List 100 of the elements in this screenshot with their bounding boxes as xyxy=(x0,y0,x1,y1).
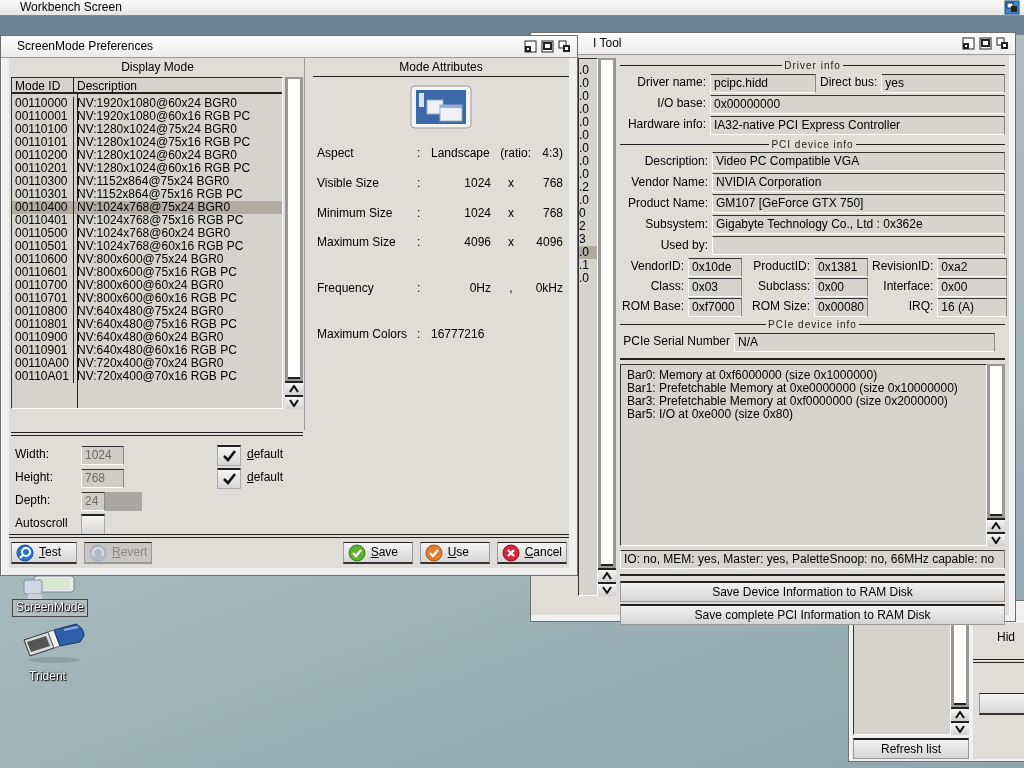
save-button[interactable]: Save complete PCI Information to RAM Disk xyxy=(620,603,1005,625)
scrollbar-thumb[interactable] xyxy=(990,365,1002,516)
scroll-down-button[interactable] xyxy=(951,721,969,735)
list-item[interactable]: 0 xyxy=(579,207,597,220)
save-button[interactable]: Save Device Information to RAM Disk xyxy=(620,580,1005,602)
column-header[interactable]: Description xyxy=(74,78,138,92)
list-row[interactable]: 00110901 NV:640x480@60x16 RGB PC xyxy=(12,344,282,357)
mode-description: NV:800x600@75x16 RGB PC xyxy=(76,266,237,279)
attribute-value: 16777216 xyxy=(431,328,486,342)
list-row[interactable]: 00110600 NV:800x600@75x24 BGR0 xyxy=(12,253,282,266)
field-label: I/O base: xyxy=(656,97,706,111)
list-row[interactable]: 00110401 NV:1024x768@75x16 RGB PC xyxy=(12,214,282,227)
value-field: 16 (A) xyxy=(937,297,1008,317)
list-item[interactable]: 3 xyxy=(579,233,597,246)
iconify-button[interactable] xyxy=(541,40,554,53)
value-field: 0x10de xyxy=(688,257,742,277)
refresh-list-button[interactable]: Refresh list xyxy=(853,738,969,759)
scrollbar-thumb[interactable] xyxy=(954,625,966,705)
list-item[interactable]: .0 xyxy=(579,194,597,207)
panel-heading: Display Mode xyxy=(120,59,195,76)
list-item[interactable]: .0 xyxy=(579,142,597,155)
list-row[interactable]: 00110501 NV:1024x768@60x16 RGB PC xyxy=(12,240,282,253)
value-field: Video PC Compatible VGA xyxy=(712,152,1005,171)
list-row[interactable]: 00110101 NV:1280x1024@75x16 RGB PC xyxy=(12,136,282,149)
list-row[interactable]: 00110000 NV:1920x1080@60x24 BGR0 xyxy=(12,97,282,110)
mode-description: NV:1152x864@75x24 BGR0 xyxy=(76,175,230,188)
list-item[interactable]: .0 xyxy=(579,64,597,77)
scroll-down-button[interactable] xyxy=(285,395,303,409)
field-label: Product Name: xyxy=(626,196,708,211)
depth-button[interactable] xyxy=(1004,0,1020,15)
list-row[interactable]: 00110200 NV:1280x1024@60x24 BGR0 xyxy=(12,149,282,162)
list-item[interactable]: .0 xyxy=(579,77,597,90)
list-item[interactable]: .1 xyxy=(579,259,597,272)
list-row[interactable]: 00110801 NV:640x480@75x16 RGB PC xyxy=(12,318,282,331)
mode-id: 00110300 xyxy=(12,175,74,188)
list-item[interactable]: .0 xyxy=(579,246,597,259)
list-item[interactable]: .0 xyxy=(579,103,597,116)
field-label: Autoscroll xyxy=(15,517,69,531)
list-row[interactable]: 00110800 NV:640x480@75x24 BGR0 xyxy=(12,305,282,318)
attribute-value: 4096 xyxy=(535,236,563,251)
list-item[interactable]: .2 xyxy=(579,181,597,194)
number-field: 1024 xyxy=(81,445,124,465)
list-item[interactable]: .0 xyxy=(579,90,597,103)
list-row[interactable]: 00110201 NV:1280x1024@60x16 RGB PC xyxy=(12,162,282,175)
list-row[interactable]: 00110601 NV:800x600@75x16 RGB PC xyxy=(12,266,282,279)
list-row[interactable]: 00110A01 NV:720x400@70x16 RGB PC xyxy=(12,370,282,383)
resource-line: Bar0: Memory at 0xf6000000 (size 0x1000000) xyxy=(627,368,878,382)
list-row[interactable]: 00110701 NV:800x600@60x16 RGB PC xyxy=(12,292,282,305)
attribute-separator: x xyxy=(507,206,515,221)
list-row[interactable]: 00110100 NV:1280x1024@75x24 BGR0 xyxy=(12,123,282,136)
field-label: Driver name: xyxy=(636,76,706,90)
list-item[interactable]: .0 xyxy=(579,116,597,129)
column-header[interactable]: Mode ID xyxy=(12,78,74,92)
scroll-down-button[interactable] xyxy=(598,582,616,596)
mode-id: 00110801 xyxy=(12,318,74,331)
list-row[interactable]: 00110300 NV:1152x864@75x24 BGR0 xyxy=(12,175,282,188)
save-button[interactable]: Save xyxy=(342,542,413,564)
checkbox-label: default xyxy=(247,448,285,462)
field-label: Hardware info: xyxy=(626,118,706,132)
list-item[interactable]: .0 xyxy=(579,272,597,285)
field-label: VendorID: xyxy=(629,260,684,274)
depth-button[interactable] xyxy=(558,40,571,53)
display-icon xyxy=(410,85,472,129)
list-row[interactable]: 00110001 NV:1920x1080@60x16 RGB PC xyxy=(12,110,282,123)
gadget-button[interactable] xyxy=(979,692,1024,715)
attribute-value: 0Hz xyxy=(468,282,491,296)
zoom-button[interactable] xyxy=(524,40,537,53)
mode-id: 00110400 xyxy=(12,201,74,214)
scroll-up-button[interactable] xyxy=(598,568,616,582)
list-item[interactable]: .0 xyxy=(579,129,597,142)
list-row[interactable]: 00110900 NV:640x480@60x24 BGR0 xyxy=(12,331,282,344)
value-field: N/A xyxy=(734,332,995,352)
cancel-button[interactable]: Cancel xyxy=(496,542,567,564)
list-row[interactable]: 00110A00 NV:720x400@70x24 BGR0 xyxy=(12,357,282,370)
iconify-button[interactable] xyxy=(979,37,992,50)
separator-text: : xyxy=(417,236,422,251)
check-icon xyxy=(222,472,236,485)
mode-description: NV:640x480@75x24 BGR0 xyxy=(76,305,224,318)
list-row[interactable]: 00110700 NV:800x600@60x24 BGR0 xyxy=(12,279,282,292)
depth-button[interactable] xyxy=(996,37,1009,50)
list-item[interactable]: .0 xyxy=(579,168,597,181)
scroll-up-button[interactable] xyxy=(285,381,303,395)
scrollbar-thumb[interactable] xyxy=(601,60,613,566)
mode-description: NV:1024x768@60x16 RGB PC xyxy=(76,240,244,253)
field-label: Width: xyxy=(15,448,50,462)
test-button[interactable]: Test xyxy=(11,542,77,564)
checkbox[interactable] xyxy=(81,513,105,535)
undo-icon xyxy=(89,543,107,562)
use-button[interactable]: Use xyxy=(419,542,490,564)
scroll-up-button[interactable] xyxy=(951,707,969,721)
monitor-icon[interactable] xyxy=(20,576,76,600)
window-title: I Tool xyxy=(593,36,622,51)
zoom-button[interactable] xyxy=(962,37,975,50)
separator-text: : xyxy=(417,206,422,221)
list-item[interactable]: 2 xyxy=(579,220,597,233)
list-row[interactable]: 00110400 NV:1024x768@75x24 BGR0 xyxy=(12,201,282,214)
scrollbar-thumb[interactable] xyxy=(288,79,300,379)
list-item[interactable]: .0 xyxy=(579,155,597,168)
search-icon xyxy=(16,543,34,562)
list-row[interactable]: 00110500 NV:1024x768@60x24 BGR0 xyxy=(12,227,282,240)
